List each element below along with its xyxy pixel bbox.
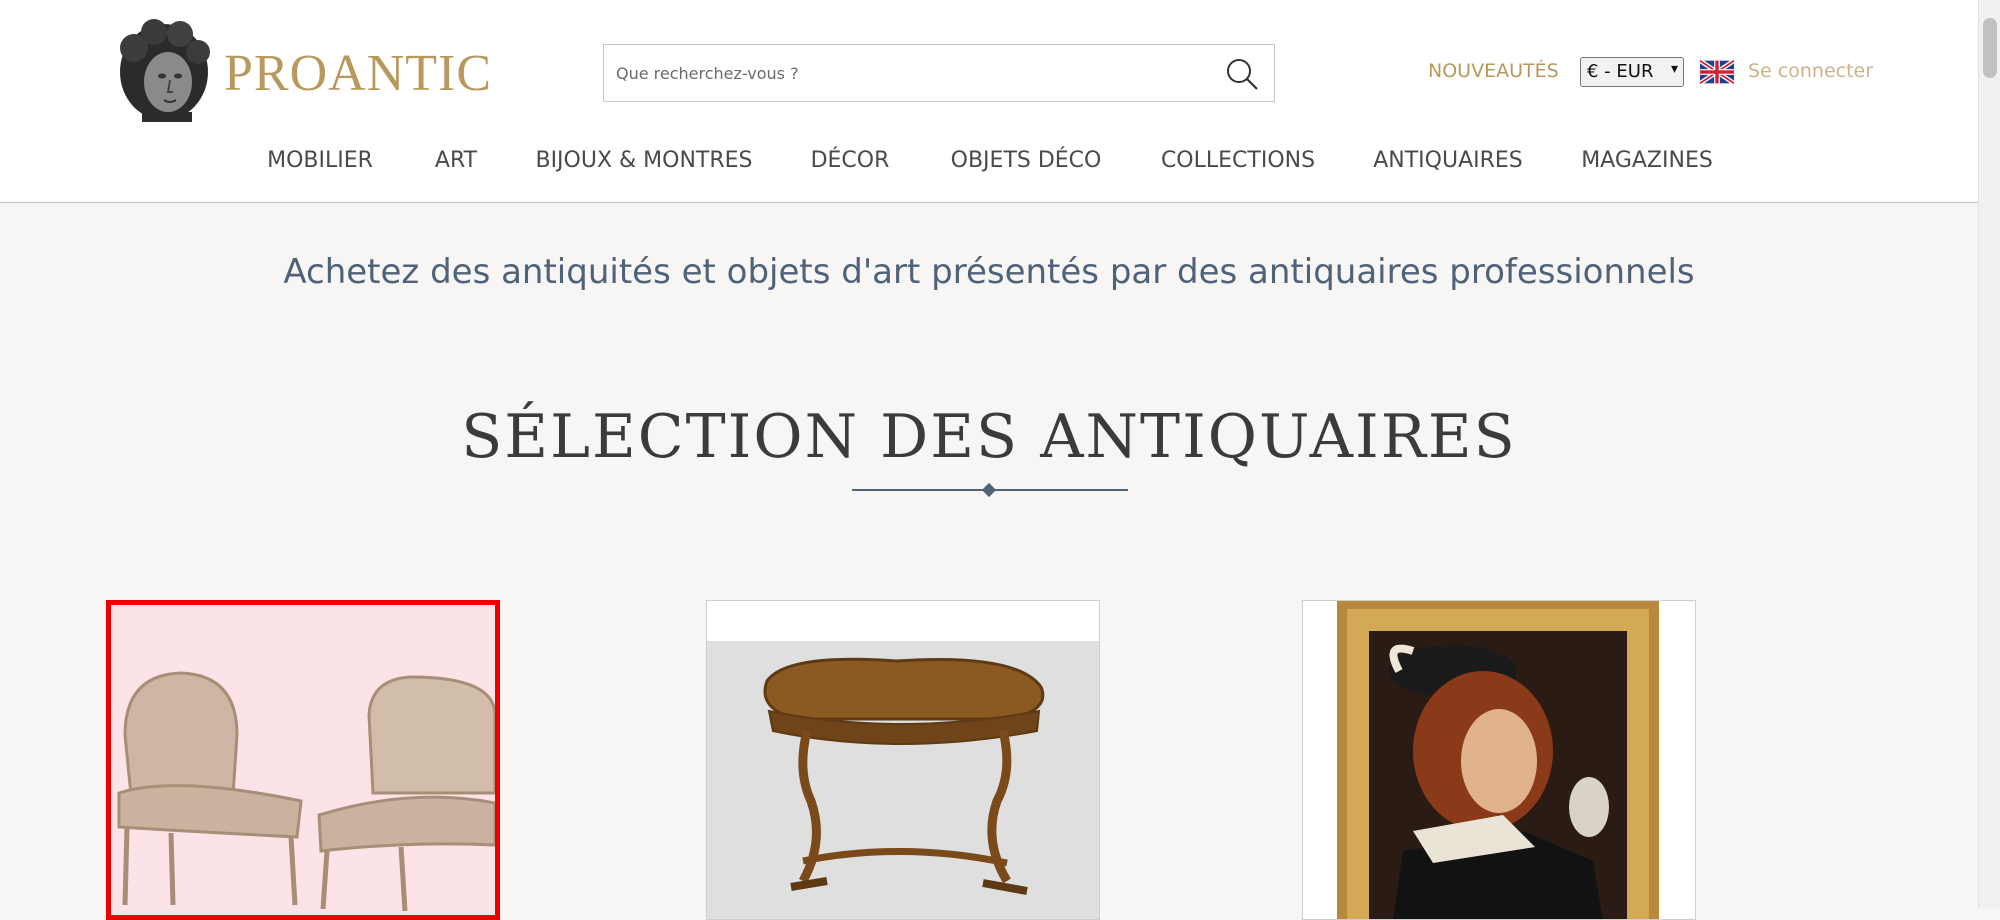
product-card-painting[interactable]: [1302, 600, 1696, 920]
nav-item-mobilier[interactable]: MOBILIER: [267, 148, 373, 173]
nouveautes-link[interactable]: NOUVEAUTÉS: [1428, 60, 1559, 82]
nav-item-magazines[interactable]: MAGAZINES: [1581, 148, 1713, 173]
chevron-down-icon: ▾: [1670, 61, 1678, 77]
tagline: Achetez des antiquités et objets d'art p…: [283, 252, 1695, 292]
search-icon[interactable]: [1224, 56, 1260, 92]
nav-item-antiquaires[interactable]: ANTIQUAIRES: [1373, 148, 1523, 173]
nav-item-collections[interactable]: COLLECTIONS: [1161, 148, 1315, 173]
main-nav: MOBILIER ART BIJOUX & MONTRES DÉCOR OBJE…: [0, 148, 1978, 178]
product-card-table[interactable]: [706, 600, 1100, 920]
nav-item-decor[interactable]: DÉCOR: [811, 148, 890, 173]
logo-head-icon[interactable]: [112, 18, 216, 124]
uk-flag-icon[interactable]: [1700, 60, 1734, 84]
title-divider: [852, 482, 1128, 498]
site-header: PROANTIC NOUVEAUTÉS € - EUR ▾ Se connect…: [0, 0, 1978, 203]
table-image: [707, 601, 1099, 919]
nav-item-objets-deco[interactable]: OBJETS DÉCO: [951, 148, 1102, 173]
section-title: SÉLECTION DES ANTIQUAIRES: [461, 402, 1517, 472]
product-card-armchairs[interactable]: [106, 600, 500, 920]
nav-item-art[interactable]: ART: [435, 148, 477, 173]
brand-name[interactable]: PROANTIC: [224, 44, 492, 103]
scrollbar-thumb[interactable]: [1983, 18, 1997, 78]
search-input[interactable]: [616, 45, 1196, 101]
armchairs-image: [111, 605, 495, 915]
search-box: [603, 44, 1275, 102]
painting-image: [1303, 601, 1695, 919]
nav-item-bijoux-montres[interactable]: BIJOUX & MONTRES: [535, 148, 752, 173]
login-link[interactable]: Se connecter: [1748, 60, 1873, 82]
divider-diamond-icon: [981, 482, 997, 498]
currency-select[interactable]: € - EUR ▾: [1580, 57, 1684, 87]
page-scrollbar[interactable]: [1978, 0, 2000, 908]
currency-selected-value: € - EUR: [1587, 61, 1654, 82]
